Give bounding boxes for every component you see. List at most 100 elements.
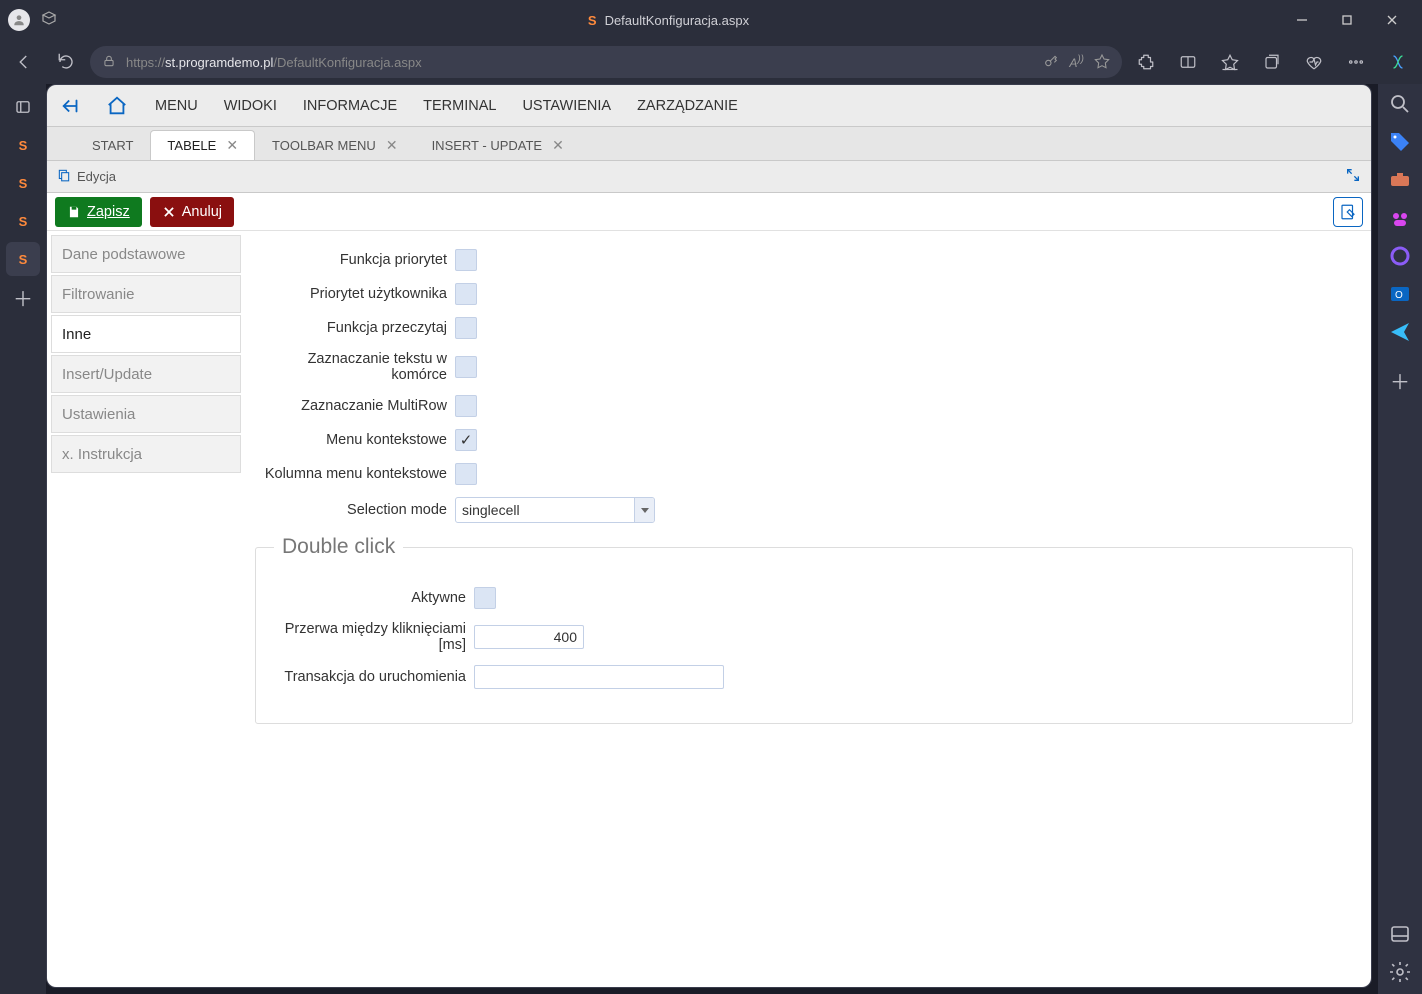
label-kolumna-menu-kontekstowe: Kolumna menu kontekstowe <box>255 466 455 482</box>
app-toolbar: MENU WIDOKI INFORMACJE TERMINAL USTAWIEN… <box>47 85 1371 127</box>
menu-item-zarzadzanie[interactable]: ZARZĄDZANIE <box>637 98 738 114</box>
menu-item-widoki[interactable]: WIDOKI <box>224 98 277 114</box>
key-icon[interactable] <box>1043 53 1059 72</box>
label-przerwa: Przerwa między kliknięciami [ms] <box>274 621 474 653</box>
edit-note-icon[interactable] <box>1333 197 1363 227</box>
tab-toolbar-menu[interactable]: TOOLBAR MENU✕ <box>255 130 415 160</box>
window-minimize-button[interactable] <box>1279 0 1324 40</box>
profile-avatar[interactable] <box>8 9 30 31</box>
nav-back-button[interactable] <box>6 44 42 80</box>
sidebar-item-ustawienia[interactable]: Ustawienia <box>51 395 241 433</box>
window-close-button[interactable] <box>1369 0 1414 40</box>
health-icon[interactable] <box>1296 44 1332 80</box>
url-text: https://st.programdemo.pl/DefaultKonfigu… <box>126 55 1033 70</box>
outlook-icon[interactable]: O <box>1388 282 1412 306</box>
checkbox-aktywne[interactable] <box>474 587 496 609</box>
checkbox-kolumna-menu-kontekstowe[interactable] <box>455 463 477 485</box>
expand-icon[interactable] <box>1345 167 1361 186</box>
sidebar-item-dane-podstawowe[interactable]: Dane podstawowe <box>51 235 241 273</box>
edit-mode-icon <box>57 168 71 185</box>
menu-item-menu[interactable]: MENU <box>155 98 198 114</box>
fieldset-double-click: Double click Aktywne Przerwa między klik… <box>255 535 1353 724</box>
window-titlebar: S DefaultKonfiguracja.aspx <box>0 0 1422 40</box>
tab-insert-update[interactable]: INSERT - UPDATE✕ <box>415 130 581 160</box>
label-selection-mode: Selection mode <box>255 502 455 518</box>
page-title: DefaultKonfiguracja.aspx <box>605 13 750 28</box>
menu-item-informacje[interactable]: INFORMACJE <box>303 98 397 114</box>
tab-tabele[interactable]: TABELE✕ <box>150 130 255 160</box>
vertical-tab-3[interactable]: S <box>6 204 40 238</box>
chevron-down-icon <box>634 498 654 522</box>
address-bar[interactable]: https://st.programdemo.pl/DefaultKonfigu… <box>90 46 1122 78</box>
page-favicon: S <box>588 13 597 28</box>
checkbox-zazn-multirow[interactable] <box>455 395 477 417</box>
sidebar-item-insert-update[interactable]: Insert/Update <box>51 355 241 393</box>
send-icon[interactable] <box>1388 320 1412 344</box>
menu-item-ustawienia[interactable]: USTAWIENIA <box>522 98 611 114</box>
checkbox-zazn-tekst-komorka[interactable] <box>455 356 477 378</box>
action-bar: Zapisz Anuluj <box>47 193 1371 231</box>
search-icon[interactable] <box>1388 92 1412 116</box>
select-selection-mode[interactable]: singlecell <box>455 497 655 523</box>
split-screen-icon[interactable] <box>1170 44 1206 80</box>
label-menu-kontekstowe: Menu kontekstowe <box>255 432 455 448</box>
browser-toolbar: https://st.programdemo.pl/DefaultKonfigu… <box>0 40 1422 84</box>
add-icon[interactable]: ＋ <box>1388 368 1412 392</box>
app-tab-strip: START TABELE✕ TOOLBAR MENU✕ INSERT - UPD… <box>47 127 1371 161</box>
m365-icon[interactable] <box>1388 244 1412 268</box>
lock-icon <box>102 54 116 71</box>
sidebar-item-filtrowanie[interactable]: Filtrowanie <box>51 275 241 313</box>
breadcrumb: Edycja <box>77 169 116 184</box>
panel-toggle-icon[interactable] <box>1388 922 1412 946</box>
checkbox-priorytet-uzytkownika[interactable] <box>455 283 477 305</box>
more-icon[interactable] <box>1338 44 1374 80</box>
label-priorytet-uzytkownika: Priorytet użytkownika <box>255 286 455 302</box>
cancel-button[interactable]: Anuluj <box>150 197 234 227</box>
input-transakcja[interactable] <box>474 665 724 689</box>
favorites-icon[interactable] <box>1212 44 1248 80</box>
workspaces-icon[interactable] <box>40 9 58 32</box>
copilot-icon[interactable] <box>1380 44 1416 80</box>
app-home-icon[interactable] <box>103 92 131 120</box>
vertical-tab-1[interactable]: S <box>6 128 40 162</box>
tab-start[interactable]: START <box>75 130 150 160</box>
label-funkcja-przeczytaj: Funkcja przeczytaj <box>255 320 455 336</box>
vertical-tab-2[interactable]: S <box>6 166 40 200</box>
label-zazn-multirow: Zaznaczanie MultiRow <box>255 398 455 414</box>
sidebar-item-x-instrukcja[interactable]: x. Instrukcja <box>51 435 241 473</box>
close-icon[interactable]: ✕ <box>552 137 564 154</box>
vertical-tab-strip: S S S S ＋ <box>0 84 46 994</box>
label-aktywne: Aktywne <box>274 590 474 606</box>
checkbox-menu-kontekstowe[interactable]: ✓ <box>455 429 477 451</box>
input-przerwa-ms[interactable] <box>474 625 584 649</box>
page-content: MENU WIDOKI INFORMACJE TERMINAL USTAWIEN… <box>46 84 1372 988</box>
label-zazn-tekst-komorka: Zaznaczanie tekstu w komórce <box>255 351 455 383</box>
checkbox-funkcja-priorytet[interactable] <box>455 249 477 271</box>
nav-refresh-button[interactable] <box>48 44 84 80</box>
window-maximize-button[interactable] <box>1324 0 1369 40</box>
checkbox-funkcja-przeczytaj[interactable] <box>455 317 477 339</box>
label-transakcja: Transakcja do uruchomienia <box>274 669 474 685</box>
vertical-tab-4[interactable]: S <box>6 242 40 276</box>
games-icon[interactable] <box>1388 206 1412 230</box>
close-icon[interactable]: ✕ <box>226 137 238 154</box>
tools-icon[interactable] <box>1388 168 1412 192</box>
extensions-icon[interactable] <box>1128 44 1164 80</box>
form-side-nav: Dane podstawowe Filtrowanie Inne Insert/… <box>47 231 245 987</box>
shopping-tag-icon[interactable] <box>1388 130 1412 154</box>
new-tab-button[interactable]: ＋ <box>6 280 40 314</box>
form-body: Funkcja priorytet Priorytet użytkownika … <box>245 231 1371 987</box>
app-back-icon[interactable] <box>57 92 85 120</box>
close-icon[interactable]: ✕ <box>386 137 398 154</box>
collections-icon[interactable] <box>1254 44 1290 80</box>
vertical-tabs-toggle-icon[interactable] <box>6 90 40 124</box>
reader-icon[interactable]: A)) <box>1069 54 1084 70</box>
favorite-star-icon[interactable] <box>1094 53 1110 72</box>
app-menu: MENU WIDOKI INFORMACJE TERMINAL USTAWIEN… <box>155 98 738 114</box>
save-button[interactable]: Zapisz <box>55 197 142 227</box>
legend-double-click: Double click <box>274 535 403 559</box>
sidebar-item-inne[interactable]: Inne <box>51 315 241 353</box>
settings-gear-icon[interactable] <box>1388 960 1412 984</box>
svg-text:O: O <box>1395 290 1403 301</box>
menu-item-terminal[interactable]: TERMINAL <box>423 98 496 114</box>
